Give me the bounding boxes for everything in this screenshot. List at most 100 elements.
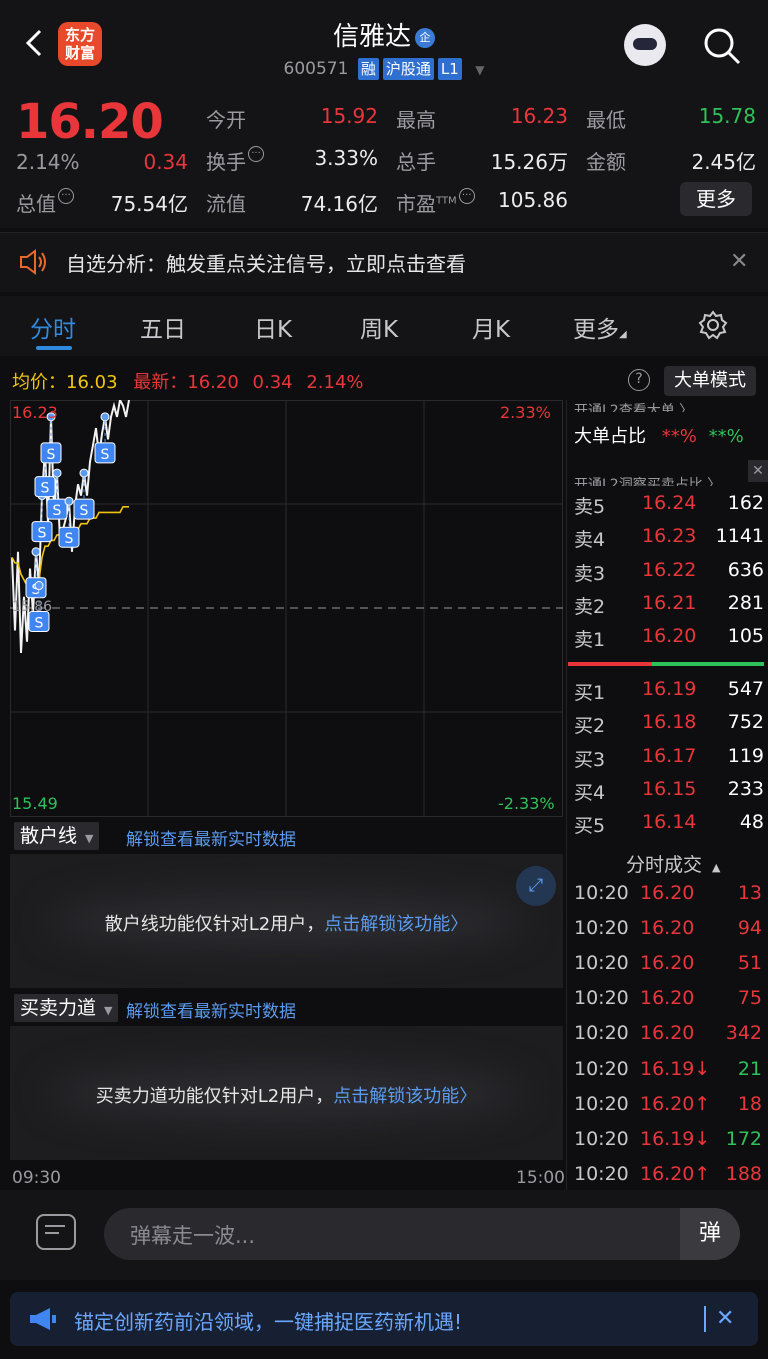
ask-row[interactable]: 卖4 16.23 1141 [574,525,764,555]
force-select[interactable]: 买卖力道 ▼ [14,994,119,1022]
more-button[interactable]: 更多 [680,182,752,216]
trades-title[interactable]: 分时成交 ▲ [626,850,720,877]
ask-row[interactable]: 卖5 16.24 162 [574,492,764,522]
active-tab-indicator [36,346,72,350]
signal-point[interactable] [34,581,44,591]
tag-level: L1 [437,58,462,80]
tab-more[interactable]: 更多◢ [573,310,627,344]
ask-row[interactable]: 卖3 16.22 636 [574,559,764,589]
signal-badge-label: S [53,503,62,519]
bid-row[interactable]: 买1 16.19 547 [574,678,764,708]
expand-icon[interactable]: ⤢ [516,866,556,906]
l2-ratio-promo[interactable]: 开通L2洞察买卖占比 〉 [574,474,721,486]
help-icon[interactable]: ? [628,369,650,391]
change-pct: 2.14% [16,150,80,174]
close-icon[interactable]: ✕ [748,460,768,482]
signal-point[interactable] [31,547,41,557]
bid-row[interactable]: 买4 16.15 233 [574,778,764,808]
signal-badge-label: S [101,447,110,463]
signal-badge-label: S [41,481,50,497]
megaphone-icon [30,1308,56,1330]
y-bottom-label: 15.49 [12,794,58,813]
big-ratio: 大单占比 **% **% [574,426,744,447]
retail-line-message[interactable]: 散户线功能仅针对L2用户，点击解锁该功能〉 [10,910,563,936]
retail-line-unlock-link[interactable]: 解锁查看最新实时数据 [126,825,296,850]
danmu-settings-icon[interactable] [36,1214,76,1250]
signal-badge-label: S [35,616,44,632]
signal-point[interactable] [100,412,110,422]
signal-badge-label: S [80,503,89,519]
notice-text[interactable]: 自选分析：触发重点关注信号，立即点击查看 [66,248,466,277]
open-label: 今开 [206,108,246,132]
info-icon[interactable]: ··· [58,188,74,204]
speaker-icon [20,249,46,275]
low-label: 最低 [586,108,626,132]
big-order-mode-button[interactable]: 大单模式 [664,366,756,396]
info-icon[interactable]: ··· [458,188,475,204]
price-summary: 均价：16.03 最新：16.20 0.34 2.14% [12,372,364,393]
bid-ratio-bar [652,662,764,666]
promo-divider [704,1306,706,1332]
high-label: 最高 [396,108,436,132]
tab-daily-k[interactable]: 日K [254,310,292,344]
signal-badge-label: S [38,526,47,542]
tab-weekly-k[interactable]: 周K [360,310,398,344]
trade-row: 10:20 16.19↓ 172 [574,1128,762,1150]
enterprise-badge: 企 [415,27,435,48]
trade-row: 10:20 16.20 342 [574,1022,762,1044]
bid-row[interactable]: 买3 16.17 119 [574,745,764,775]
trade-row: 10:20 16.20 94 [574,917,762,939]
ask-row[interactable]: 卖1 16.20 105 [574,625,764,655]
open-value: 15.92 [320,104,378,128]
search-icon[interactable] [702,26,742,66]
force-message[interactable]: 买卖力道功能仅针对L2用户，点击解锁该功能〉 [10,1082,563,1108]
force-unlock-link[interactable]: 解锁查看最新实时数据 [126,997,296,1022]
close-icon[interactable]: ✕ [716,1306,734,1331]
tab-five-day[interactable]: 五日 [140,310,186,344]
amount-value: 2.45亿 [691,150,756,174]
tab-monthly-k[interactable]: 月K [472,310,510,344]
trade-row: 10:20 16.20 13 [574,882,762,904]
ask-row[interactable]: 卖2 16.21 281 [574,592,764,622]
stock-code: 600571 [283,59,349,79]
turnover-value: 3.33% [314,146,378,170]
trade-row: 10:20 16.20 75 [574,987,762,1009]
bid-row[interactable]: 买5 16.14 48 [574,811,764,841]
ask-ratio-bar [568,662,652,666]
signal-point[interactable] [79,468,89,478]
intraday-chart[interactable]: SSSSSSSSS [10,400,563,820]
chart-grid [10,400,563,817]
change-amt: 0.34 [143,150,188,174]
float-label: 流值 [206,192,246,216]
signal-point[interactable] [52,468,62,478]
pe-label: 市盈TTM ··· [396,188,475,217]
chevron-down-icon[interactable]: ▼ [475,63,484,77]
gear-icon[interactable] [698,310,728,340]
l2-big-order-promo[interactable]: 开通L2查看大单 〉 [574,400,693,412]
tag-connect: 沪股通 [382,58,434,80]
retail-line-select[interactable]: 散户线 ▼ [14,822,100,850]
assistant-robot-icon[interactable] [624,24,666,66]
y-top-pct-label: 2.33% [500,403,551,422]
tab-intraday[interactable]: 分时 [30,310,76,344]
pe-value: 105.86 [498,188,568,212]
danmu-send-button[interactable]: 弹 [680,1208,740,1260]
close-icon[interactable]: ✕ [730,249,748,274]
trade-row: 10:20 16.20↑ 18 [574,1093,762,1115]
signal-point[interactable] [64,496,74,506]
stock-name: 信雅达 [332,22,411,52]
promo-text[interactable]: 锚定创新药前沿领域，一键捕捉医药新机遇! [74,1306,462,1335]
trade-row: 10:20 16.20 51 [574,952,762,974]
info-icon[interactable]: ··· [248,146,264,162]
y-top-label: 16.23 [12,403,58,422]
bid-row[interactable]: 买2 16.18 752 [574,711,764,741]
trade-row: 10:20 16.19↓ 21 [574,1058,762,1080]
signal-badge-label: S [47,447,56,463]
x-end-label: 15:00 [516,1168,565,1188]
high-value: 16.23 [510,104,568,128]
float-value: 74.16亿 [300,192,378,216]
low-value: 15.78 [698,104,756,128]
y-bottom-pct-label: -2.33% [498,794,555,813]
danmu-placeholder: 弹幕走一波... [130,1224,256,1248]
volume-label: 总手 [396,150,436,174]
